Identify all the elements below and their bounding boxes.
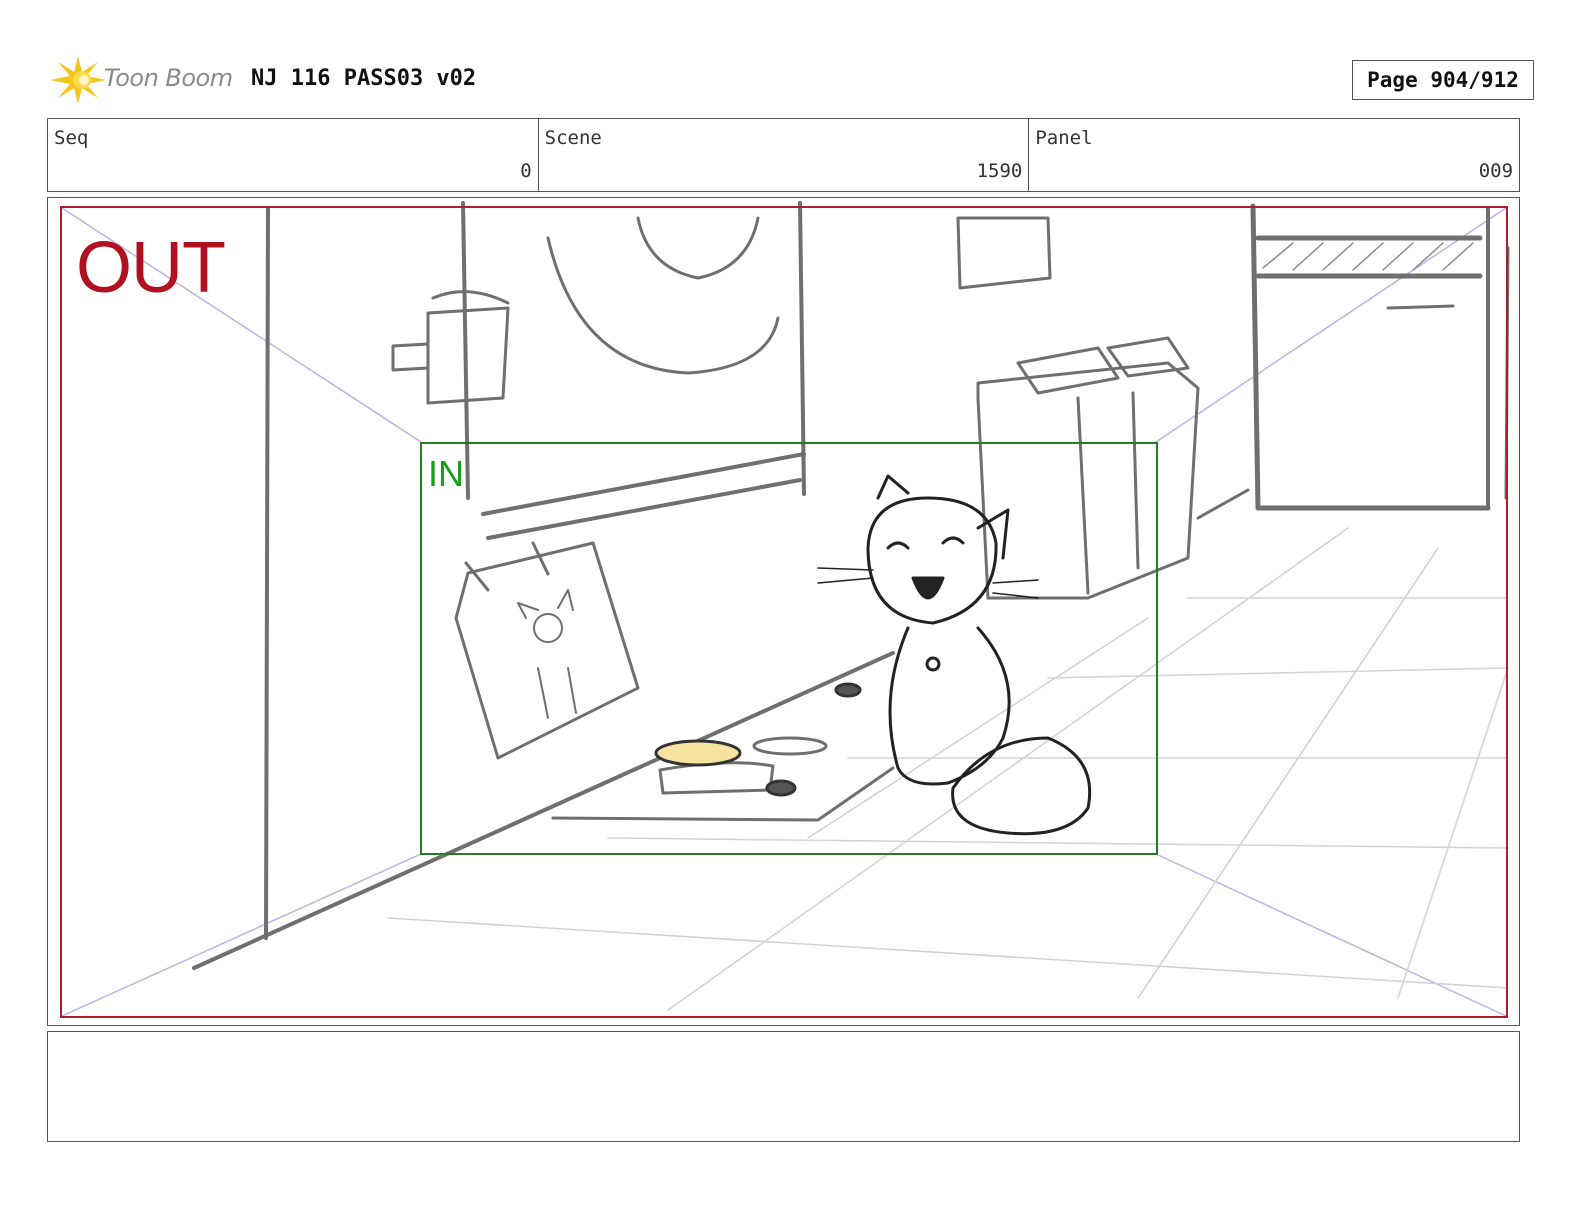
panel-cell: Panel 009 <box>1029 119 1519 191</box>
panel-value: 009 <box>1478 160 1514 182</box>
seq-label: Seq <box>54 127 89 149</box>
starburst-icon <box>50 56 106 104</box>
panel-notes-box[interactable] <box>47 1031 1520 1142</box>
scene-value: 1590 <box>976 160 1023 182</box>
in-frame: IN <box>420 442 1158 855</box>
seq-value: 0 <box>520 160 532 182</box>
seq-cell: Seq 0 <box>48 119 539 191</box>
page-indicator: Page 904/912 <box>1352 60 1534 100</box>
scene-label: Scene <box>544 127 602 149</box>
storyboard-header: Toon Boom NJ 116 PASS03 v02 Page 904/912 <box>48 50 1534 108</box>
toon-boom-logo: Toon Boom <box>48 50 248 108</box>
panel-info-row: Seq 0 Scene 1590 Panel 009 <box>47 118 1520 192</box>
out-label: OUT <box>76 228 226 308</box>
in-label: IN <box>428 453 464 494</box>
panel-drawing-frame: OUT IN <box>47 197 1520 1026</box>
scene-cell: Scene 1590 <box>539 119 1030 191</box>
logo-text: Toon Boom <box>104 64 233 92</box>
panel-label: Panel <box>1035 127 1093 149</box>
project-title: NJ 116 PASS03 v02 <box>251 66 477 91</box>
